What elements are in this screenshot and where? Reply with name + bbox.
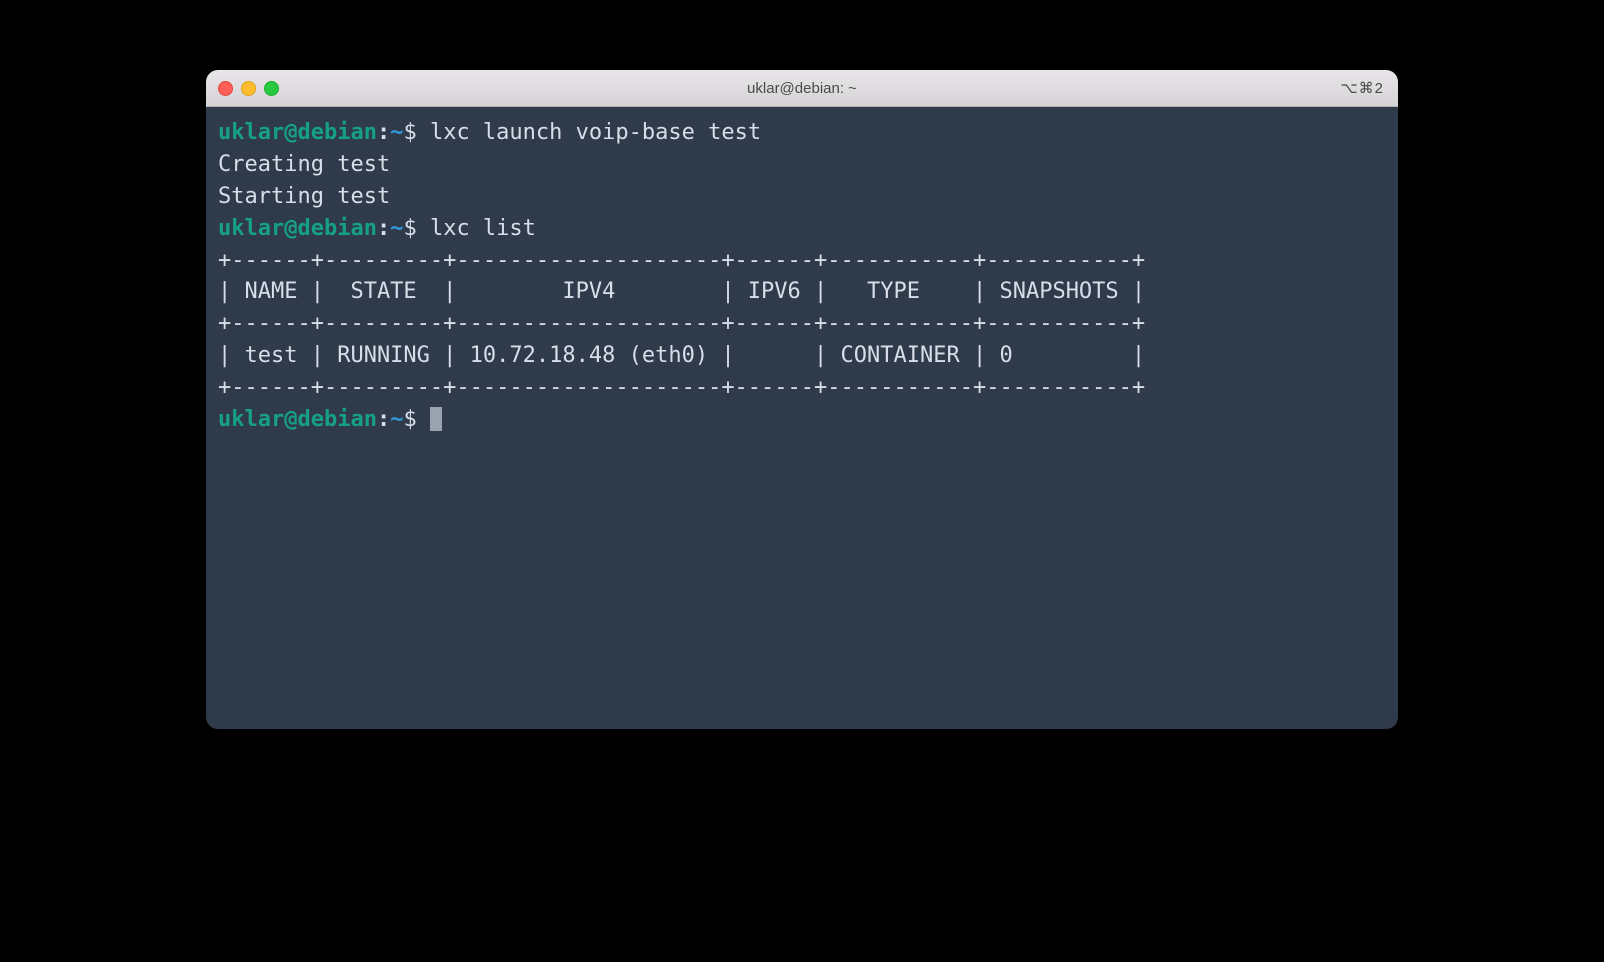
prompt-path: ~	[390, 407, 403, 432]
table-separator: +------+---------+--------------------+-…	[218, 375, 1145, 400]
minimize-icon[interactable]	[241, 81, 256, 96]
traffic-lights	[218, 81, 279, 96]
window-title: uklar@debian: ~	[206, 80, 1398, 97]
prompt-path: ~	[390, 120, 403, 145]
prompt-colon: :	[377, 120, 390, 145]
table-separator: +------+---------+--------------------+-…	[218, 248, 1145, 273]
table-separator: +------+---------+--------------------+-…	[218, 311, 1145, 336]
command-text: lxc list	[417, 216, 536, 241]
prompt-line: uklar@debian:~$ lxc launch voip-base tes…	[218, 120, 761, 145]
prompt-path: ~	[390, 216, 403, 241]
prompt-colon: :	[377, 216, 390, 241]
table-row: | test | RUNNING | 10.72.18.48 (eth0) | …	[218, 343, 1145, 368]
close-icon[interactable]	[218, 81, 233, 96]
output-line: Starting test	[218, 184, 390, 209]
prompt-dollar: $	[403, 216, 416, 241]
command-text: lxc launch voip-base test	[417, 120, 761, 145]
prompt-dollar: $	[403, 120, 416, 145]
terminal-body[interactable]: uklar@debian:~$ lxc launch voip-base tes…	[206, 107, 1398, 729]
command-text	[417, 407, 430, 432]
zoom-icon[interactable]	[264, 81, 279, 96]
prompt-line: uklar@debian:~$	[218, 407, 442, 432]
prompt-colon: :	[377, 407, 390, 432]
output-line: Creating test	[218, 152, 390, 177]
terminal-window: uklar@debian: ~ ⌥⌘2 uklar@debian:~$ lxc …	[206, 70, 1398, 729]
cursor-icon	[430, 407, 442, 431]
prompt-user-host: uklar@debian	[218, 120, 377, 145]
prompt-dollar: $	[403, 407, 416, 432]
window-shortcut: ⌥⌘2	[1340, 79, 1384, 97]
prompt-user-host: uklar@debian	[218, 407, 377, 432]
prompt-line: uklar@debian:~$ lxc list	[218, 216, 536, 241]
titlebar: uklar@debian: ~ ⌥⌘2	[206, 70, 1398, 107]
prompt-user-host: uklar@debian	[218, 216, 377, 241]
table-header-row: | NAME | STATE | IPV4 | IPV6 | TYPE | SN…	[218, 279, 1145, 304]
